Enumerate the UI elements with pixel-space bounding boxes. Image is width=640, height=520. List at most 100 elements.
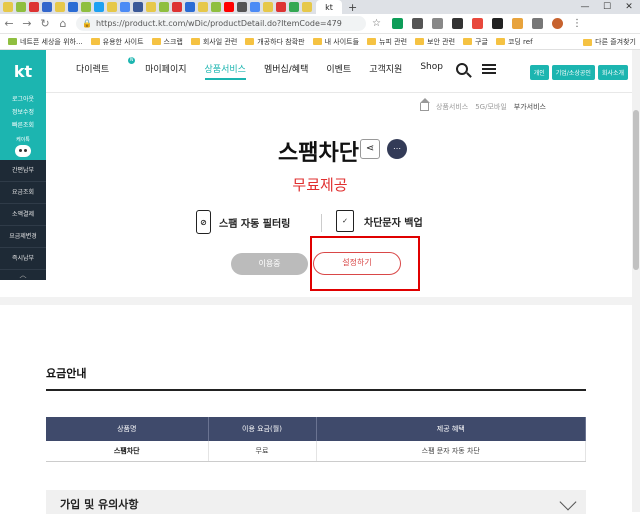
tab-favicon[interactable] bbox=[237, 2, 247, 12]
tab-favicon[interactable] bbox=[263, 2, 273, 12]
segment-company-button[interactable]: 회사소개 bbox=[597, 65, 628, 80]
tab-favicon[interactable] bbox=[159, 2, 169, 12]
breadcrumb-item[interactable]: 상품서비스 bbox=[436, 102, 468, 112]
address-bar[interactable]: 🔒 https://product.kt.com/wDic/productDet… bbox=[76, 16, 366, 31]
chevron-up-icon[interactable]: ︿ bbox=[0, 270, 46, 280]
accordion-terms[interactable]: 가입 및 유의사항 bbox=[46, 490, 586, 514]
home-icon[interactable] bbox=[420, 98, 430, 111]
in-use-button[interactable]: 이용중 bbox=[231, 253, 308, 275]
tab-favicon[interactable] bbox=[107, 2, 117, 12]
chatbot-label: 케이톡 bbox=[16, 136, 30, 143]
tab-favicon[interactable] bbox=[120, 2, 130, 12]
fee-section-title: 요금안내 bbox=[46, 367, 87, 380]
main-menu: 다이렉트 N 마이페이지 상품서비스 멤버십/혜택 이벤트 고객지원 Shop bbox=[76, 57, 461, 80]
segment-personal-button[interactable]: 개인 bbox=[529, 65, 549, 80]
extension-icon[interactable] bbox=[492, 18, 503, 29]
bookmark-folder[interactable]: 보안 관련 bbox=[415, 37, 455, 47]
bookmark-folder[interactable]: 구글 bbox=[463, 37, 488, 47]
tab-favicon[interactable] bbox=[94, 2, 104, 12]
sidebar-item-plan-change[interactable]: 요금제변경 bbox=[0, 226, 46, 248]
lock-icon: 🔒 bbox=[82, 19, 92, 28]
tab-favicon[interactable] bbox=[29, 2, 39, 12]
sidebar-item-edit-info[interactable]: 정보수정 bbox=[0, 106, 46, 119]
new-tab-icon[interactable]: + bbox=[348, 1, 357, 14]
menu-dots-icon[interactable]: ⋮ bbox=[572, 18, 583, 29]
hamburger-menu-icon[interactable] bbox=[482, 64, 496, 74]
tab-favicon[interactable] bbox=[146, 2, 156, 12]
folder-icon bbox=[583, 38, 593, 46]
minimize-icon[interactable]: — bbox=[574, 0, 596, 14]
tab-favicon[interactable] bbox=[289, 2, 299, 12]
tab-favicon[interactable] bbox=[224, 2, 234, 12]
browser-tabstrip: kt + — ☐ ✕ bbox=[0, 0, 640, 14]
tab-favicon[interactable] bbox=[250, 2, 260, 12]
tab-favicon[interactable] bbox=[16, 2, 26, 12]
tab-favicon[interactable] bbox=[68, 2, 78, 12]
back-icon[interactable]: ← bbox=[0, 17, 18, 30]
bookmark-folder[interactable]: 뉴피 관련 bbox=[367, 37, 407, 47]
search-icon[interactable] bbox=[456, 63, 468, 75]
tab-favicon[interactable] bbox=[185, 2, 195, 12]
menu-products[interactable]: 상품서비스 bbox=[204, 62, 246, 80]
quick-sidebar: kt 로그아웃 정보수정 빠른조회 케이톡 간편납부 요금조회 소액결제 요금제… bbox=[0, 50, 46, 280]
bookmark-item[interactable]: 네트픈 세상을 위하... bbox=[8, 37, 83, 47]
scrollbar-thumb[interactable] bbox=[633, 110, 639, 270]
extension-icon[interactable] bbox=[412, 18, 423, 29]
tab-favicon[interactable] bbox=[42, 2, 52, 12]
sidebar-item-instant-pay[interactable]: 즉시납부 bbox=[0, 248, 46, 270]
extension-icon[interactable] bbox=[432, 18, 443, 29]
feature-label: 차단문자 백업 bbox=[364, 217, 423, 229]
sidebar-item-quick-search[interactable]: 빠른조회 bbox=[0, 119, 46, 132]
menu-mypage[interactable]: 마이페이지 bbox=[145, 62, 186, 80]
bookmark-folder[interactable]: 코딩 ref bbox=[495, 37, 533, 47]
bookmark-folder[interactable]: 내 사이트들 bbox=[312, 37, 359, 47]
menu-support[interactable]: 고객지원 bbox=[369, 62, 402, 80]
more-options-icon[interactable]: ⋯ bbox=[387, 139, 407, 159]
bookmark-folder[interactable]: 회사일 관련 bbox=[190, 37, 237, 47]
tab-favicon[interactable] bbox=[276, 2, 286, 12]
star-icon[interactable]: ☆ bbox=[372, 18, 383, 29]
tab-favicon[interactable] bbox=[55, 2, 65, 12]
table-row: 스팸차단 무료 스팸 문자 자동 차단 bbox=[46, 441, 586, 462]
new-badge: N bbox=[128, 57, 136, 64]
extension-icon[interactable] bbox=[472, 18, 483, 29]
reload-icon[interactable]: ↻ bbox=[36, 17, 54, 30]
tab-favicon[interactable] bbox=[302, 2, 312, 12]
tab-favicon[interactable] bbox=[198, 2, 208, 12]
sidebar-item-micro-payment[interactable]: 소액결제 bbox=[0, 204, 46, 226]
forward-icon[interactable]: → bbox=[18, 17, 36, 30]
share-icon[interactable]: ⋖ bbox=[360, 139, 380, 159]
puzzle-icon[interactable] bbox=[532, 18, 543, 29]
tab-favicon[interactable] bbox=[3, 2, 13, 12]
breadcrumb-item[interactable]: 5G/모바일 bbox=[475, 102, 507, 112]
chatbot-button[interactable]: 케이톡 bbox=[0, 132, 46, 160]
bookmarks-bar: 네트픈 세상을 위하... 유용한 사이트 스크랩 회사일 관련 개공하다 참확… bbox=[0, 34, 640, 50]
menu-event[interactable]: 이벤트 bbox=[326, 62, 351, 80]
sidebar-item-logout[interactable]: 로그아웃 bbox=[0, 93, 46, 106]
menu-direct[interactable]: 다이렉트 N bbox=[76, 57, 136, 80]
bookmark-folder[interactable]: 개공하다 참확판 bbox=[245, 37, 305, 47]
bookmark-folder[interactable]: 스크랩 bbox=[151, 37, 183, 47]
active-tab[interactable]: kt bbox=[316, 0, 342, 14]
profile-icon[interactable] bbox=[552, 18, 563, 29]
folder-icon bbox=[90, 38, 100, 45]
bookmark-folder[interactable]: 유용한 사이트 bbox=[90, 37, 144, 47]
menu-shop[interactable]: Shop bbox=[420, 62, 443, 80]
other-bookmarks[interactable]: 다른 즐겨찾기 bbox=[583, 37, 636, 47]
extensions-bar: ☆ ⋮ bbox=[372, 18, 592, 29]
tab-favicon[interactable] bbox=[81, 2, 91, 12]
tab-favicon[interactable] bbox=[172, 2, 182, 12]
page-scrollbar[interactable] bbox=[632, 50, 640, 512]
close-icon[interactable]: ✕ bbox=[618, 0, 640, 14]
extension-icon[interactable] bbox=[512, 18, 523, 29]
folder-icon bbox=[495, 38, 505, 45]
tab-favicon[interactable] bbox=[211, 2, 221, 12]
tab-favicon[interactable] bbox=[133, 2, 143, 12]
maximize-icon[interactable]: ☐ bbox=[596, 0, 618, 14]
segment-business-button[interactable]: 기업/소상공인 bbox=[551, 65, 595, 80]
extension-icon[interactable] bbox=[452, 18, 463, 29]
extension-icon[interactable] bbox=[392, 18, 403, 29]
kt-logo[interactable]: kt bbox=[0, 50, 46, 93]
home-icon[interactable]: ⌂ bbox=[54, 17, 72, 30]
menu-membership[interactable]: 멤버십/혜택 bbox=[264, 62, 308, 80]
